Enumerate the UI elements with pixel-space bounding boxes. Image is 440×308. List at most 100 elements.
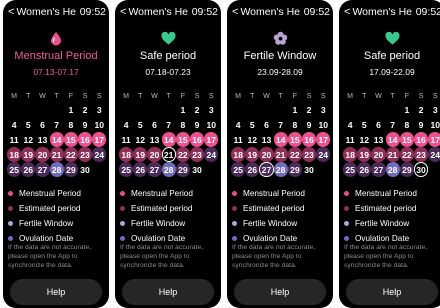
calendar-day[interactable]: 1 <box>400 102 414 116</box>
calendar-day[interactable]: 23 <box>77 147 93 162</box>
calendar-day[interactable]: 8 <box>288 117 302 131</box>
calendar-day[interactable]: 11 <box>7 132 21 146</box>
calendar-day[interactable]: 6 <box>371 117 385 131</box>
calendar-day[interactable]: 30 <box>190 162 204 176</box>
calendar-day[interactable]: 4 <box>7 117 21 131</box>
calendar-day[interactable]: 12 <box>357 132 371 146</box>
help-button[interactable]: Help <box>10 279 102 305</box>
calendar-day[interactable]: 24 <box>204 147 219 162</box>
calendar-day[interactable]: 2 <box>190 102 204 116</box>
calendar-day[interactable]: 13 <box>371 132 385 146</box>
calendar-day[interactable]: 24 <box>316 147 331 162</box>
calendar-day[interactable]: 1 <box>64 102 78 116</box>
calendar-day[interactable]: 21 <box>273 147 288 162</box>
calendar-day[interactable]: 16 <box>77 132 93 147</box>
back-icon[interactable]: < <box>8 6 14 18</box>
calendar-day[interactable]: 2 <box>78 102 92 116</box>
calendar-day[interactable]: 29 <box>63 162 78 177</box>
calendar-day[interactable]: 7 <box>50 117 64 131</box>
calendar-day[interactable]: 25 <box>231 162 246 177</box>
calendar-day[interactable]: 25 <box>119 162 134 177</box>
calendar-day[interactable]: 20 <box>259 147 274 162</box>
calendar-day[interactable]: 29 <box>175 162 190 177</box>
calendar-day[interactable]: 24 <box>92 147 107 162</box>
calendar-day[interactable]: 12 <box>245 132 259 146</box>
calendar-day[interactable]: 29 <box>399 162 414 177</box>
calendar-day[interactable]: 21 <box>161 147 176 162</box>
calendar-day[interactable]: 7 <box>274 117 288 131</box>
calendar-day[interactable]: 10 <box>428 117 440 131</box>
calendar-day[interactable]: 27 <box>259 162 274 177</box>
calendar-day[interactable]: 28 <box>49 162 64 177</box>
calendar-day[interactable]: 22 <box>287 147 302 162</box>
calendar-day[interactable]: 10 <box>316 117 330 131</box>
calendar-day[interactable]: 18 <box>231 147 246 162</box>
calendar-day[interactable]: 23 <box>189 147 205 162</box>
calendar-day[interactable]: 5 <box>357 117 371 131</box>
calendar-day[interactable]: 22 <box>175 147 190 162</box>
calendar-day[interactable]: 27 <box>371 162 386 177</box>
calendar-day[interactable]: 16 <box>189 132 205 147</box>
calendar-day[interactable]: 21 <box>49 147 64 162</box>
calendar-day[interactable]: 19 <box>21 147 36 162</box>
calendar-day[interactable]: 24 <box>428 147 440 162</box>
calendar-day[interactable]: 20 <box>371 147 386 162</box>
calendar-day[interactable]: 28 <box>385 162 400 177</box>
calendar-day[interactable]: 26 <box>133 162 148 177</box>
calendar-day[interactable]: 25 <box>343 162 358 177</box>
calendar-day[interactable]: 2 <box>414 102 428 116</box>
calendar-day[interactable]: 19 <box>133 147 148 162</box>
calendar-day[interactable]: 17 <box>428 132 440 147</box>
calendar-day[interactable]: 28 <box>273 162 288 177</box>
calendar-day[interactable]: 28 <box>161 162 176 177</box>
calendar-day[interactable]: 23 <box>301 147 317 162</box>
calendar-day[interactable]: 19 <box>245 147 260 162</box>
calendar-day[interactable]: 14 <box>161 132 176 147</box>
calendar-day[interactable]: 20 <box>35 147 50 162</box>
calendar-day[interactable]: 25 <box>7 162 22 177</box>
calendar-day[interactable]: 27 <box>147 162 162 177</box>
help-button[interactable]: Help <box>234 279 326 305</box>
calendar-day[interactable]: 9 <box>190 117 204 131</box>
calendar-day[interactable]: 14 <box>273 132 288 147</box>
calendar-day[interactable]: 17 <box>92 132 107 147</box>
calendar-day[interactable]: 5 <box>245 117 259 131</box>
calendar-day[interactable]: 10 <box>204 117 218 131</box>
calendar-day[interactable]: 30 <box>413 162 429 177</box>
calendar-day[interactable]: 16 <box>301 132 317 147</box>
back-icon[interactable]: < <box>232 6 238 18</box>
calendar-day[interactable]: 7 <box>386 117 400 131</box>
calendar-day[interactable]: 2 <box>302 102 316 116</box>
calendar-day[interactable]: 22 <box>63 147 78 162</box>
calendar-day[interactable]: 22 <box>399 147 414 162</box>
calendar-day[interactable]: 3 <box>316 102 330 116</box>
calendar-day[interactable]: 13 <box>259 132 273 146</box>
calendar-day[interactable]: 5 <box>133 117 147 131</box>
calendar-day[interactable]: 4 <box>119 117 133 131</box>
calendar-day[interactable]: 18 <box>343 147 358 162</box>
back-icon[interactable]: < <box>120 6 126 18</box>
calendar-day[interactable]: 12 <box>133 132 147 146</box>
help-button[interactable]: Help <box>346 279 438 305</box>
calendar-day[interactable]: 17 <box>316 132 331 147</box>
calendar-day[interactable]: 18 <box>119 147 134 162</box>
calendar-day[interactable]: 15 <box>63 132 78 147</box>
calendar-day[interactable]: 3 <box>428 102 440 116</box>
calendar-day[interactable]: 7 <box>162 117 176 131</box>
calendar-day[interactable]: 1 <box>176 102 190 116</box>
calendar-day[interactable]: 8 <box>176 117 190 131</box>
calendar-day[interactable]: 3 <box>92 102 106 116</box>
calendar-day[interactable]: 26 <box>245 162 260 177</box>
calendar-day[interactable]: 19 <box>357 147 372 162</box>
calendar-day[interactable]: 13 <box>35 132 49 146</box>
calendar-day[interactable]: 1 <box>288 102 302 116</box>
calendar-day[interactable]: 11 <box>119 132 133 146</box>
calendar-day[interactable]: 16 <box>413 132 429 147</box>
calendar-day[interactable]: 11 <box>343 132 357 146</box>
calendar-day[interactable]: 23 <box>413 147 429 162</box>
calendar-day[interactable]: 9 <box>414 117 428 131</box>
calendar-day[interactable]: 29 <box>287 162 302 177</box>
calendar-day[interactable]: 27 <box>35 162 50 177</box>
calendar-day[interactable]: 6 <box>35 117 49 131</box>
calendar-day[interactable]: 11 <box>231 132 245 146</box>
